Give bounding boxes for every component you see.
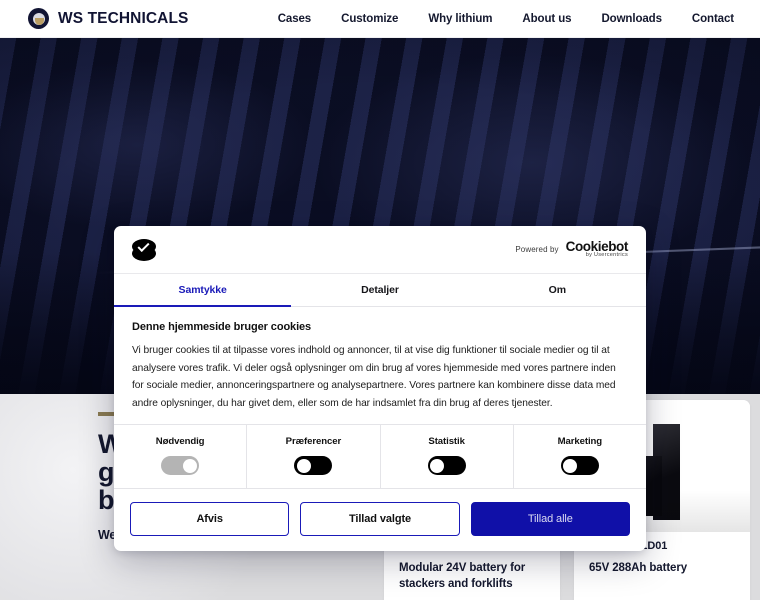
tab-om[interactable]: Om — [469, 274, 646, 306]
toggle-preferences[interactable] — [294, 456, 333, 476]
toggle-marketing[interactable] — [560, 456, 599, 476]
nav-item-why-lithium[interactable]: Why lithium — [428, 13, 492, 25]
tab-samtykke[interactable]: Samtykke — [114, 274, 292, 307]
cookie-category-statistics: Statistik — [381, 425, 514, 489]
powered-by-cookiebot[interactable]: Powered by Cookiebot by Usercentrics — [515, 240, 628, 258]
cookie-dialog-header: Powered by Cookiebot by Usercentrics — [114, 226, 646, 274]
category-label: Nødvendig — [155, 436, 205, 448]
toggle-statistics[interactable] — [427, 456, 466, 476]
cookie-category-marketing: Marketing — [514, 425, 646, 488]
nav-item-about-us[interactable]: About us — [522, 13, 571, 25]
nav-item-cases[interactable]: Cases — [278, 13, 311, 25]
toggle-necessary — [161, 456, 200, 476]
cookiebot-logo: Cookiebot by Usercentrics — [566, 240, 629, 258]
page-root: WS TECHNICALS Cases Customize Why lithiu… — [0, 0, 760, 600]
cookie-check-icon — [132, 238, 156, 262]
cookie-consent-dialog: Powered by Cookiebot by Usercentrics Sam… — [114, 226, 646, 552]
deny-button[interactable]: Afvis — [130, 502, 290, 537]
allow-selected-button[interactable]: Tillad valgte — [300, 502, 460, 537]
cookie-dialog-body: Vi bruger cookies til at tilpasse vores … — [132, 345, 616, 409]
category-label: Marketing — [557, 436, 603, 448]
tab-detaljer[interactable]: Detaljer — [291, 274, 468, 306]
cookie-category-preferences: Præferencer — [247, 425, 381, 489]
ws-technicals-logo-icon — [28, 8, 49, 29]
site-header: WS TECHNICALS Cases Customize Why lithiu… — [0, 0, 760, 38]
main-navigation: Cases Customize Why lithium About us Dow… — [278, 13, 734, 25]
powered-by-label: Powered by — [515, 245, 559, 254]
nav-item-contact[interactable]: Contact — [692, 13, 734, 25]
product-description: 65V 288Ah battery — [589, 562, 688, 574]
cookie-dialog-actions: Afvis Tillad valgte Tillad alle — [114, 489, 646, 551]
cookie-dialog-tabs: Samtykke Detaljer Om — [114, 274, 646, 307]
brand-logo[interactable]: WS TECHNICALS — [28, 8, 188, 29]
nav-item-customize[interactable]: Customize — [341, 13, 398, 25]
cookie-category-list: Nødvendig Præferencer Statistik Marketin… — [114, 425, 646, 490]
product-description: Modular 24V battery for stackers and for… — [399, 562, 526, 590]
brand-name: WS TECHNICALS — [58, 9, 189, 27]
nav-item-downloads[interactable]: Downloads — [601, 13, 662, 25]
cookie-category-necessary: Nødvendig — [114, 425, 248, 489]
allow-all-button[interactable]: Tillad alle — [470, 502, 630, 537]
category-label: Præferencer — [285, 436, 342, 448]
category-label: Statistik — [428, 436, 465, 448]
cookie-dialog-content: Denne hjemmeside bruger cookies Vi bruge… — [114, 307, 646, 426]
cookie-dialog-heading: Denne hjemmeside bruger cookies — [132, 321, 312, 333]
